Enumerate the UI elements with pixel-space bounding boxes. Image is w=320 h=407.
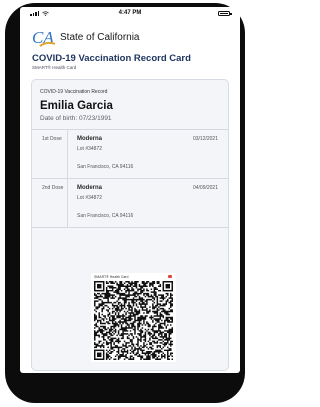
state-title: State of California (60, 32, 140, 43)
dose-location: San Francisco, CA 94116 (77, 164, 134, 170)
divider (32, 129, 228, 130)
record-label: COVID-19 Vaccination Record (40, 89, 108, 95)
divider (32, 178, 228, 179)
divider (67, 179, 68, 227)
dose-location: San Francisco, CA 94116 (77, 213, 134, 219)
dose-label: 1st Dose (42, 136, 62, 142)
dose-date: 04/09/2021 (192, 185, 218, 191)
dose-manufacturer: Moderna (77, 136, 103, 142)
qr-code-panel[interactable]: SMART® Health Card (91, 273, 176, 362)
dose-lot: Lot #34872 (77, 146, 103, 152)
phone-frame: 4:47 PM CA State of California COVID-19 … (5, 3, 245, 403)
card-title: COVID-19 Vaccination Record Card (32, 53, 191, 64)
app-header: CA State of California (32, 27, 232, 49)
divider (67, 130, 68, 178)
patient-name: Emilia Garcia (40, 100, 113, 112)
status-bar: 4:47 PM (20, 7, 240, 21)
california-logo-icon: CA (32, 28, 56, 47)
card-subtitle: SMART® Health Card (32, 65, 77, 70)
divider (32, 227, 228, 228)
dose-manufacturer: Moderna (77, 185, 103, 191)
date-of-birth: Date of birth: 07/23/1991 (40, 115, 112, 122)
dose-label: 2nd Dose (42, 185, 64, 191)
status-time: 4:47 PM (118, 10, 142, 16)
battery-icon (218, 11, 232, 16)
qr-code-icon (94, 281, 173, 360)
qr-caption: SMART® Health Card (94, 275, 129, 279)
vaccination-record-card: COVID-19 Vaccination Record Emilia Garci… (31, 79, 229, 371)
dose-date: 03/12/2021 (192, 136, 218, 142)
dose-lot: Lot #34872 (77, 195, 103, 201)
phone-screen: 4:47 PM CA State of California COVID-19 … (20, 7, 240, 373)
smart-health-logo-icon (168, 275, 172, 278)
